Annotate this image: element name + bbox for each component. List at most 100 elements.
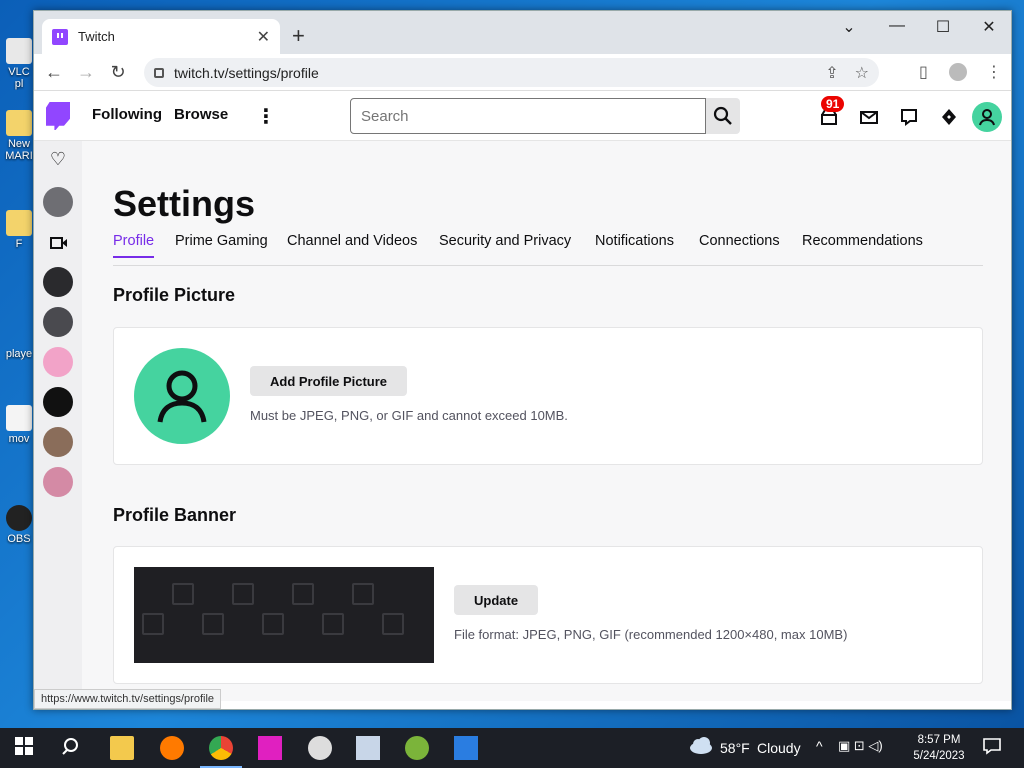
channel-avatar-3[interactable]: [43, 307, 73, 337]
user-icon: [157, 370, 207, 423]
desktop-icon-vlc[interactable]: VLC pl: [4, 38, 34, 90]
player-icon: [6, 320, 32, 346]
twitch-logo-icon[interactable]: [46, 102, 70, 130]
cloud-icon[interactable]: [688, 736, 714, 760]
settings-main: Settings Profile Prime Gaming Channel an…: [82, 141, 1011, 701]
notification-center-icon[interactable]: [982, 736, 1006, 760]
add-profile-picture-button[interactable]: Add Profile Picture: [250, 366, 408, 396]
tab-title: Twitch: [78, 29, 115, 44]
video-camera-icon[interactable]: [43, 233, 73, 255]
browse-link[interactable]: Browse: [174, 106, 228, 123]
notification-badge: 91: [821, 96, 845, 112]
weather-desc[interactable]: Cloudy: [757, 740, 801, 756]
start-button[interactable]: [14, 736, 38, 760]
tab-recommendations[interactable]: Recommendations: [802, 233, 923, 249]
profile-banner-heading: Profile Banner: [113, 505, 237, 525]
reload-button[interactable]: ↻: [102, 62, 134, 83]
tray-icons[interactable]: ▣ ⊡ ◁): [838, 738, 883, 754]
file-explorer-icon[interactable]: [110, 736, 134, 760]
search-icon[interactable]: [62, 736, 86, 760]
app-icon-face[interactable]: [308, 736, 332, 760]
page-title: Settings: [113, 183, 256, 224]
heart-icon[interactable]: ♡: [43, 149, 73, 171]
taskbar: 58°F Cloudy ^ ▣ ⊡ ◁) 8:57 PM 5/24/2023: [0, 728, 1024, 768]
search-button[interactable]: [706, 98, 740, 134]
search-input[interactable]: [350, 98, 706, 134]
tab-security-and-privacy[interactable]: Security and Privacy: [439, 233, 571, 249]
tab-channel-and-videos[interactable]: Channel and Videos: [287, 233, 417, 249]
weather-temp[interactable]: 58°F: [720, 740, 750, 756]
chrome-icon[interactable]: [209, 736, 233, 760]
profile-picture-hint: Must be JPEG, PNG, or GIF and cannot exc…: [250, 408, 568, 423]
profile-icon[interactable]: [949, 63, 967, 81]
status-bar-url: https://www.twitch.tv/settings/profile: [34, 689, 222, 709]
desktop-icon-folder[interactable]: F: [4, 210, 34, 250]
browser-tab[interactable]: Twitch ✕: [42, 19, 280, 54]
tab-profile[interactable]: Profile: [113, 233, 155, 258]
folder-icon: [6, 210, 32, 236]
twitch-favicon-icon: [52, 28, 68, 45]
tab-notifications[interactable]: Notifications: [595, 233, 674, 249]
tab-connections[interactable]: Connections: [699, 233, 780, 249]
maximize-button[interactable]: ☐: [928, 17, 958, 37]
search-icon: [713, 106, 732, 125]
file-icon: [6, 405, 32, 431]
update-banner-button[interactable]: Update: [454, 585, 539, 615]
whispers-mail-icon[interactable]: [859, 107, 879, 127]
channel-avatar-7[interactable]: [43, 467, 73, 497]
channel-avatar-6[interactable]: [43, 427, 73, 457]
clock-time: 8:57 PM: [917, 734, 961, 746]
folder-icon: [6, 110, 32, 136]
tab-strip: Twitch ✕ + ⌄ — ☐ ✕: [34, 11, 1011, 54]
desktop-icon-movie[interactable]: mov: [4, 405, 34, 445]
chevron-up-icon[interactable]: ^: [816, 738, 823, 754]
user-icon: [979, 109, 995, 126]
vlc-icon: [6, 38, 32, 64]
tab-prime-gaming[interactable]: Prime Gaming: [175, 233, 268, 249]
channel-avatar-1[interactable]: [43, 187, 73, 217]
channel-avatar-4[interactable]: [43, 347, 73, 377]
profile-picture-heading: Profile Picture: [113, 285, 236, 305]
user-avatar[interactable]: [972, 102, 1002, 132]
bookmark-star-icon[interactable]: ☆: [855, 63, 869, 83]
settings-tabs: Profile Prime Gaming Channel and Videos …: [113, 233, 983, 266]
profile-banner-hint: File format: JPEG, PNG, GIF (recommended…: [454, 627, 848, 642]
profile-picture-card: Add Profile Picture Must be JPEG, PNG, o…: [113, 327, 983, 465]
close-window-button[interactable]: ✕: [974, 17, 1004, 37]
firefox-icon[interactable]: [160, 736, 184, 760]
following-link[interactable]: Following: [92, 106, 162, 123]
close-tab-icon[interactable]: ✕: [257, 27, 270, 47]
app-icon-tools[interactable]: [356, 736, 380, 760]
side-panel-icon[interactable]: ▯: [919, 62, 928, 82]
app-icon-pink[interactable]: [258, 736, 282, 760]
tab-search-icon[interactable]: ⌄: [834, 17, 864, 37]
profile-avatar: [134, 348, 230, 444]
new-tab-button[interactable]: +: [292, 23, 305, 49]
more-menu-icon[interactable]: ⋮: [256, 104, 276, 129]
forward-button[interactable]: →: [70, 62, 102, 83]
clock[interactable]: 8:57 PM 5/24/2023: [906, 732, 972, 764]
app-icon-window[interactable]: [454, 736, 478, 760]
back-button[interactable]: ←: [38, 62, 70, 83]
obs-icon: [6, 505, 32, 531]
desktop-icon-player[interactable]: playe: [4, 320, 34, 360]
browser-window: Twitch ✕ + ⌄ — ☐ ✕ ← → ↻ twitch.tv/setti…: [33, 10, 1012, 710]
lock-icon: [154, 67, 164, 78]
browser-menu-icon[interactable]: ⋮: [986, 62, 1002, 82]
minimize-button[interactable]: —: [882, 17, 912, 35]
url-text: twitch.tv/settings/profile: [174, 64, 319, 81]
prime-crown-icon[interactable]: [939, 107, 959, 127]
channel-avatar-2[interactable]: [43, 267, 73, 297]
side-rail: ♡: [34, 141, 82, 701]
app-icon-green[interactable]: [405, 736, 429, 760]
chat-bubble-icon[interactable]: [899, 107, 919, 127]
desktop-icon-new[interactable]: New MARI: [4, 110, 34, 162]
url-field[interactable]: twitch.tv/settings/profile ⇪ ☆: [144, 58, 879, 87]
channel-avatar-5[interactable]: [43, 387, 73, 417]
desktop-icon-obs[interactable]: OBS: [4, 505, 34, 545]
address-bar: ← → ↻ twitch.tv/settings/profile ⇪ ☆ ▯ ⋮: [34, 54, 1011, 91]
profile-banner-card: Update File format: JPEG, PNG, GIF (reco…: [113, 546, 983, 684]
twitch-top-nav: Following Browse ⋮ 91: [34, 91, 1011, 141]
banner-preview: [134, 567, 434, 663]
share-icon[interactable]: ⇪: [825, 63, 838, 83]
